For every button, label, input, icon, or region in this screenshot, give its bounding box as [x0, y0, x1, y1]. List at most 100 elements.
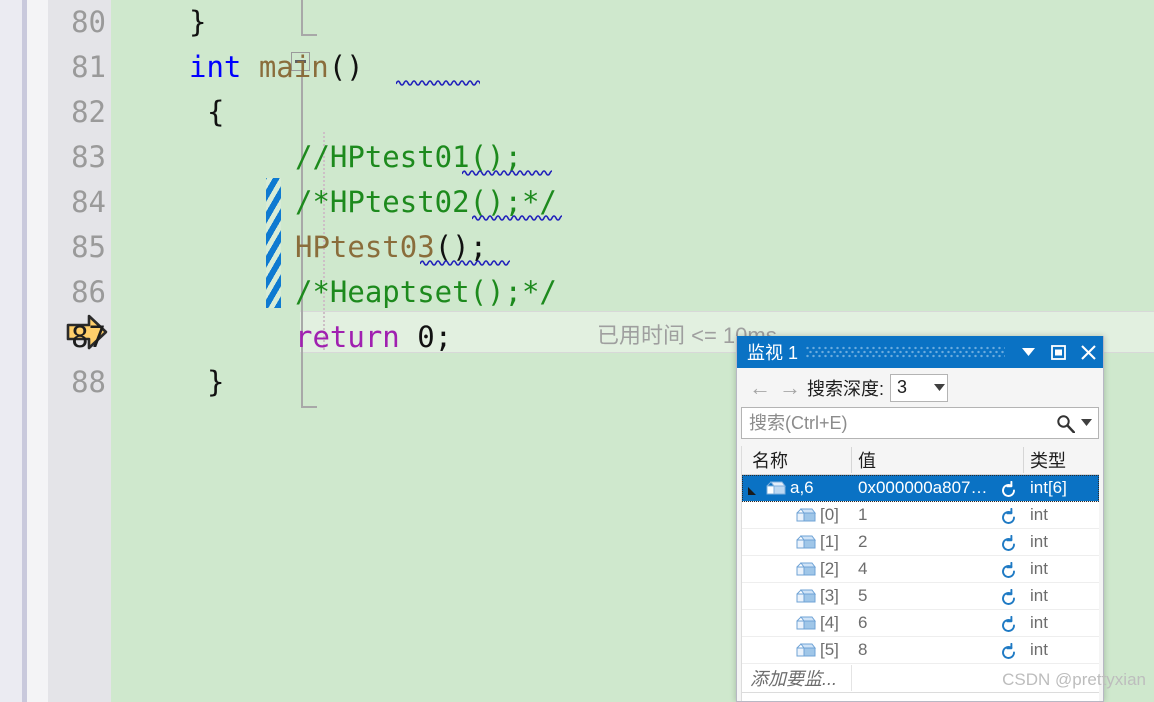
refresh-icon[interactable]	[999, 642, 1018, 667]
cell-type-text: int	[1030, 505, 1048, 524]
close-icon[interactable]	[1073, 336, 1103, 368]
table-row[interactable]: [3] 5 int	[742, 583, 1099, 610]
cell-type[interactable]: int	[1024, 586, 1099, 606]
code-line[interactable]: 84/*HPtest02();*/	[0, 180, 1154, 225]
cell-value[interactable]: 6	[852, 613, 1024, 633]
table-row[interactable]: [5] 8 int	[742, 637, 1099, 664]
code-line[interactable]: 82 {	[0, 90, 1154, 135]
cell-type-text: int	[1030, 586, 1048, 605]
column-header-name[interactable]: 名称	[742, 447, 852, 473]
cell-value[interactable]: 2	[852, 532, 1024, 552]
cell-name[interactable]: [4]	[742, 613, 852, 633]
table-row[interactable]: a,6 0x000000a807… int[6]	[742, 475, 1099, 502]
code-token: 0;	[417, 320, 453, 354]
cell-type[interactable]: int[6]	[1024, 478, 1099, 498]
cell-name[interactable]: [2]	[742, 559, 852, 579]
back-arrow-icon[interactable]: ←	[745, 376, 775, 399]
cell-name[interactable]: [0]	[742, 505, 852, 525]
table-row[interactable]: [4] 6 int	[742, 610, 1099, 637]
cell-type[interactable]: int	[1024, 613, 1099, 633]
watermark: CSDN @prettyxian	[1002, 670, 1146, 689]
code-token: return	[295, 320, 418, 354]
cell-name-text: [5]	[820, 640, 839, 659]
search-depth-select[interactable]: 3	[890, 373, 949, 402]
cell-value[interactable]: 0x000000a807…	[852, 478, 1024, 498]
cell-type[interactable]: int	[1024, 640, 1099, 660]
line-number: 81	[71, 50, 106, 84]
code-line[interactable]: 80}	[0, 0, 1154, 45]
cell-type[interactable]: int	[1024, 505, 1099, 525]
cell-name-text: [1]	[820, 532, 839, 551]
squiggle-underline-hptest02	[472, 214, 562, 221]
watch-search-bar[interactable]	[741, 407, 1099, 439]
search-icon[interactable]	[1052, 414, 1078, 433]
code-token: }	[207, 365, 225, 399]
cell-name[interactable]: [3]	[742, 586, 852, 606]
cell-type-text: int	[1030, 613, 1048, 632]
line-number: 87	[71, 320, 106, 354]
watch-titlebar[interactable]: 监视 1	[737, 336, 1103, 368]
cell-name-text: [2]	[820, 559, 839, 578]
cell-value-text: 5	[858, 586, 868, 605]
cell-name[interactable]: [1]	[742, 532, 852, 552]
code-line[interactable]: 81 int main()	[0, 45, 1154, 90]
squiggle-underline-main	[396, 79, 480, 86]
code-line[interactable]: 85 HPtest03();	[0, 225, 1154, 270]
code-token: main	[258, 50, 329, 84]
column-header-value[interactable]: 值	[852, 447, 1024, 473]
search-depth-value: 3	[897, 377, 908, 397]
line-number: 82	[71, 95, 106, 129]
cell-value[interactable]: 4	[852, 559, 1024, 579]
watch-toolbar[interactable]: ← → 搜索深度: 3	[737, 368, 1103, 407]
maximize-icon[interactable]	[1043, 336, 1073, 368]
code-token: /*Heaptset();*/	[295, 275, 557, 309]
code-text[interactable]: }	[189, 0, 206, 45]
chevron-down-icon[interactable]	[1013, 336, 1043, 368]
code-text[interactable]: int main()	[189, 45, 364, 90]
code-line[interactable]: 83//HPtest01();	[0, 135, 1154, 180]
code-line[interactable]: 86 /*Heaptset();*/	[0, 270, 1154, 315]
table-row[interactable]: [2] 4 int	[742, 556, 1099, 583]
cell-type-text: int	[1030, 532, 1048, 551]
cell-value[interactable]: 5	[852, 586, 1024, 606]
forward-arrow-icon[interactable]: →	[775, 376, 805, 399]
table-row[interactable]: [1] 2 int	[742, 529, 1099, 556]
code-token: {	[207, 95, 225, 129]
search-input[interactable]	[742, 411, 1052, 435]
cell-type[interactable]: int	[1024, 559, 1099, 579]
cell-value[interactable]: 8	[852, 640, 1024, 660]
cell-value-text: 0x000000a807…	[858, 478, 988, 497]
line-number: 86	[71, 275, 106, 309]
cell-type-text: int	[1030, 559, 1048, 578]
chevron-down-icon-search[interactable]	[1078, 418, 1098, 428]
cell-value-text: 4	[858, 559, 868, 578]
watch-drag-grip[interactable]	[806, 346, 1005, 358]
cell-value-text: 2	[858, 532, 868, 551]
table-row[interactable]: [0] 1 int	[742, 502, 1099, 529]
code-text[interactable]: /*Heaptset();*/	[295, 270, 557, 315]
cell-name[interactable]: a,6	[742, 478, 852, 498]
line-number: 80	[71, 5, 106, 39]
cell-type-text: int[6]	[1030, 478, 1067, 497]
watch-window[interactable]: 监视 1 ← → 搜索深度: 3 搜索(Ctrl+E) 名称 值 类型 a,6 …	[736, 336, 1104, 702]
code-token: int	[189, 50, 259, 84]
cell-value[interactable]: 1	[852, 505, 1024, 525]
code-token: HPtest03	[295, 230, 435, 264]
add-watch-placeholder[interactable]: 添加要监...	[742, 665, 852, 691]
expander-icon[interactable]	[741, 478, 763, 504]
cell-value-text: 6	[858, 613, 868, 632]
code-text[interactable]: return 0;	[295, 315, 452, 360]
cell-name[interactable]: [5]	[742, 640, 852, 660]
watch-grid[interactable]: 名称 值 类型 a,6 0x000000a807… int[6] [0] 1 int [1]…	[741, 446, 1099, 701]
chevron-down-icon-depth[interactable]	[931, 383, 947, 393]
cell-type[interactable]: int	[1024, 532, 1099, 552]
code-text[interactable]: {	[207, 90, 224, 135]
line-number: 84	[71, 185, 106, 219]
column-header-type[interactable]: 类型	[1024, 447, 1099, 473]
code-text[interactable]: }	[207, 360, 224, 405]
search-depth-label: 搜索深度:	[807, 378, 885, 399]
cell-name-text: [3]	[820, 586, 839, 605]
watch-title: 监视 1	[747, 343, 799, 363]
code-token: ()	[328, 50, 364, 84]
watch-grid-body: a,6 0x000000a807… int[6] [0] 1 int [1] 2 int [2] 4…	[742, 475, 1099, 664]
